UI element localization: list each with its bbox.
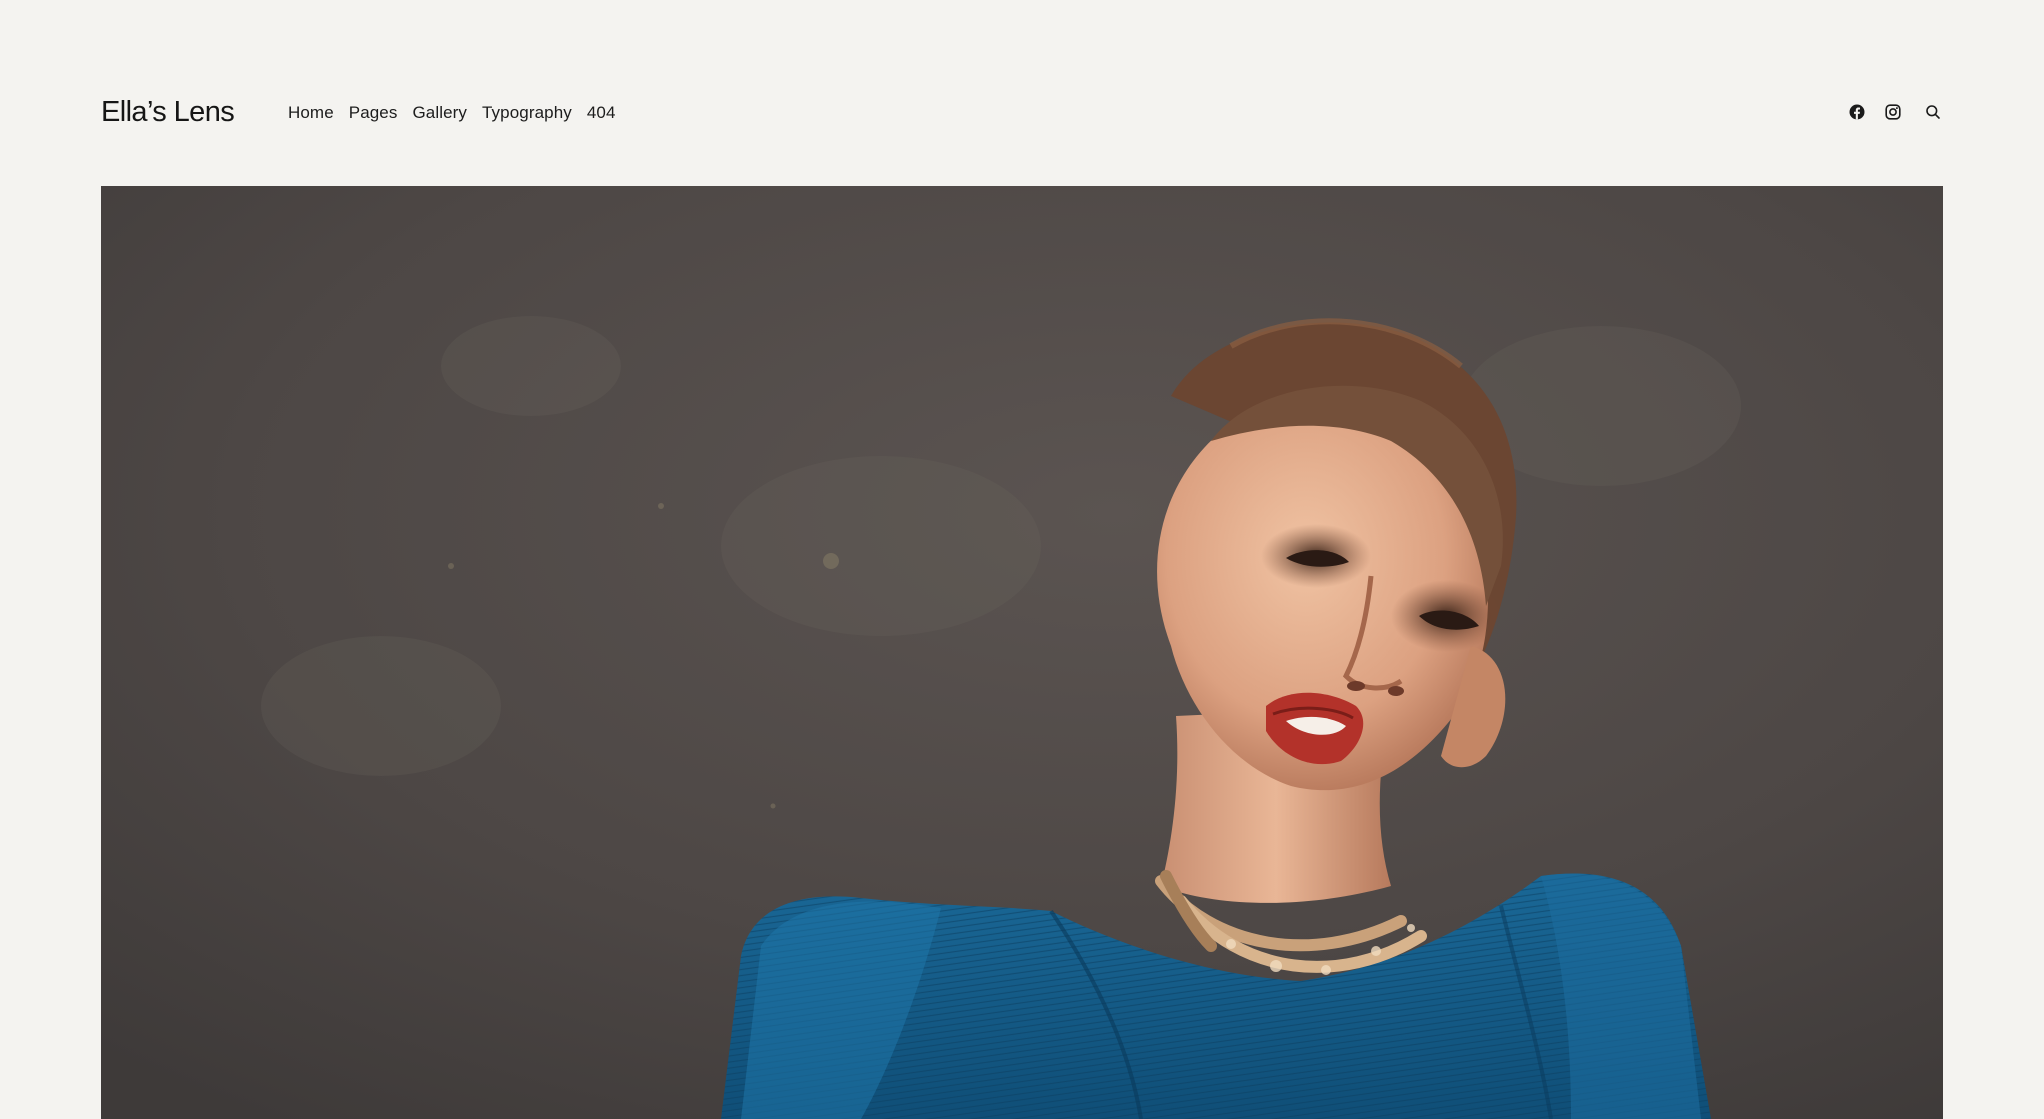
page: Ella’s Lens Home Pages Gallery Typograph… [0,0,2044,1119]
nav-item-404[interactable]: 404 [587,104,616,121]
header-icons [1847,102,1943,122]
nav-item-gallery[interactable]: Gallery [412,104,467,121]
hero-image [101,186,1943,1119]
site-header: Ella’s Lens Home Pages Gallery Typograph… [101,88,1943,136]
instagram-icon[interactable] [1883,102,1903,122]
search-icon[interactable] [1923,102,1943,122]
site-logo[interactable]: Ella’s Lens [101,97,288,127]
main-nav: Home Pages Gallery Typography 404 [288,104,631,121]
facebook-icon[interactable] [1847,102,1867,122]
nav-item-typography[interactable]: Typography [482,104,572,121]
portrait-photo [101,186,1943,1119]
nav-item-home[interactable]: Home [288,104,334,121]
nav-item-pages[interactable]: Pages [349,104,398,121]
